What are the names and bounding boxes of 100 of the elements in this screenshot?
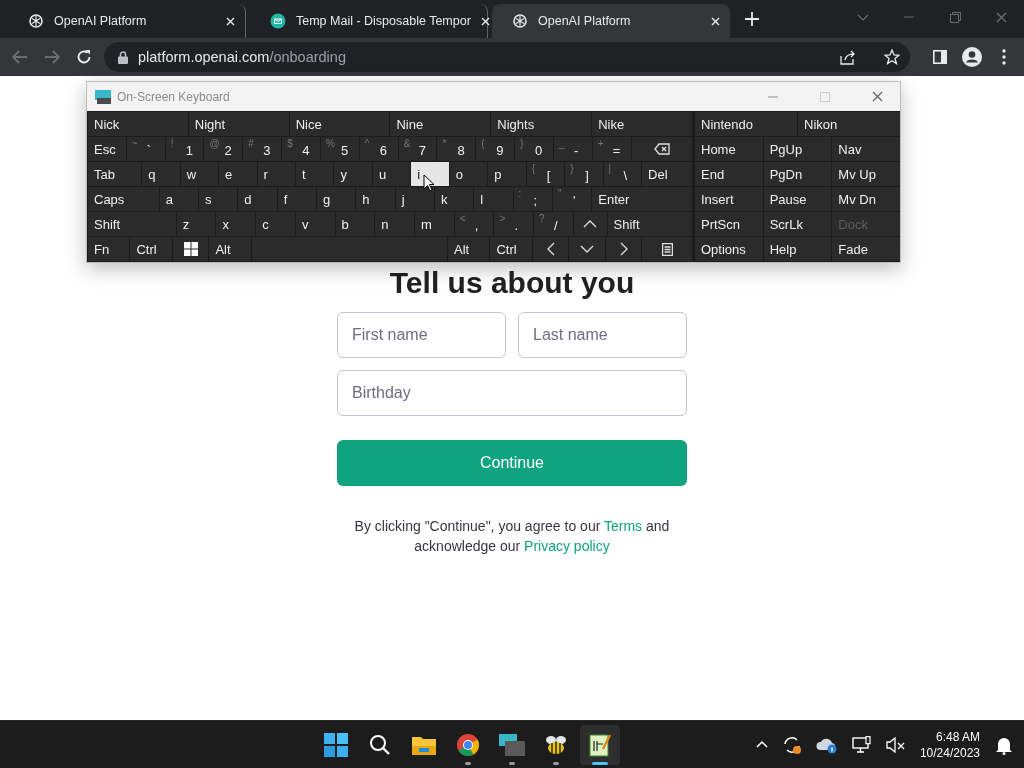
keyboard-key[interactable]: o [449, 162, 488, 186]
keyboard-key[interactable]: n [375, 212, 414, 236]
keyboard-key[interactable]: p [488, 162, 526, 186]
new-tab-icon[interactable] [745, 12, 759, 26]
keyboard-key[interactable]: j [395, 187, 434, 211]
keyboard-key[interactable]: ? / [534, 212, 573, 236]
keyboard-key[interactable]: _ - [553, 137, 592, 161]
keyboard-key[interactable]: * 8 [437, 137, 476, 161]
keyboard-key[interactable]: g [316, 187, 356, 211]
keyboard-key[interactable]: u [372, 162, 411, 186]
keyboard-key[interactable]: h [356, 187, 395, 211]
keyboard-key[interactable]: Alt [447, 237, 490, 261]
side-panel-icon[interactable] [933, 50, 947, 64]
word-suggestion[interactable]: Nick [88, 112, 188, 136]
keyboard-key[interactable] [631, 137, 693, 161]
profile-icon[interactable] [962, 47, 982, 67]
keyboard-key[interactable]: b [335, 212, 375, 236]
speaker-muted-icon[interactable] [885, 736, 906, 753]
taskbar-app[interactable] [579, 724, 620, 765]
keyboard-key[interactable]: y [334, 162, 372, 186]
birthday-field[interactable]: Birthday [337, 370, 687, 416]
keyboard-key[interactable] [172, 237, 209, 261]
chevron-up-icon[interactable] [755, 741, 768, 748]
word-suggestion[interactable]: Nights [491, 112, 592, 136]
keyboard-key[interactable]: Caps [88, 187, 159, 211]
keyboard-key[interactable]: r [257, 162, 295, 186]
keyboard-key[interactable]: < , [454, 212, 494, 236]
keyboard-key[interactable]: q [142, 162, 180, 186]
browser-tab[interactable]: OpenAI Platform [492, 4, 730, 38]
word-suggestion[interactable]: Nintendo [695, 112, 797, 136]
star-icon[interactable] [884, 49, 900, 65]
reload-icon[interactable] [76, 49, 92, 65]
keyboard-key[interactable]: z [176, 212, 216, 236]
keyboard-key[interactable]: PrtScn [695, 212, 763, 236]
keyboard-key[interactable]: d [238, 187, 277, 211]
keyboard-key[interactable]: ~ ` [126, 137, 165, 161]
keyboard-key[interactable]: s [199, 187, 238, 211]
restore-icon[interactable] [949, 11, 961, 23]
chevron-down-icon[interactable] [857, 13, 869, 21]
last-name-field[interactable]: Last name [518, 312, 687, 358]
keyboard-key[interactable]: Del [642, 162, 693, 186]
keyboard-key[interactable]: " ' [552, 187, 592, 211]
keyboard-key[interactable]: l [474, 187, 513, 211]
keyboard-key[interactable]: x [216, 212, 256, 236]
keyboard-key[interactable]: End [695, 162, 763, 186]
keyboard-key[interactable]: + = [592, 137, 631, 161]
first-name-field[interactable]: First name [337, 312, 506, 358]
more-menu-icon[interactable] [1002, 49, 1006, 65]
keyboard-key[interactable]: Esc [88, 137, 126, 161]
keyboard-key[interactable]: Alt [209, 237, 251, 261]
keyboard-key[interactable]: ! 1 [165, 137, 204, 161]
keyboard-key[interactable]: Help [763, 237, 832, 261]
keyboard-key[interactable]: m [415, 212, 454, 236]
keyboard-key[interactable]: Pause [763, 187, 832, 211]
keyboard-key[interactable]: f [277, 187, 316, 211]
keyboard-key[interactable]: Home [695, 137, 763, 161]
keyboard-key[interactable]: k [434, 187, 474, 211]
keyboard-key[interactable]: : ; [513, 187, 552, 211]
keyboard-key[interactable]: v [295, 212, 335, 236]
share-icon[interactable] [840, 49, 856, 65]
keyboard-key[interactable]: t [296, 162, 334, 186]
keyboard-key[interactable]: } ] [565, 162, 603, 186]
keyboard-key[interactable]: Ctrl [490, 237, 532, 261]
keyboard-key[interactable]: > . [494, 212, 534, 236]
keyboard-key[interactable]: PgDn [763, 162, 832, 186]
keyboard-key[interactable]: # 3 [243, 137, 282, 161]
keyboard-key[interactable]: i [411, 162, 449, 186]
keyboard-key[interactable]: Options [695, 237, 763, 261]
keyboard-key[interactable]: | \ [603, 162, 642, 186]
keyboard-key[interactable]: { [ [526, 162, 565, 186]
keyboard-key[interactable]: ) 0 [515, 137, 553, 161]
keyboard-key[interactable]: % 5 [320, 137, 359, 161]
keyboard-key[interactable]: ( 9 [476, 137, 515, 161]
keyboard-key[interactable]: c [256, 212, 295, 236]
word-suggestion[interactable]: Nine [390, 112, 491, 136]
keyboard-key[interactable]: Enter [592, 187, 692, 211]
keyboard-key[interactable]: Tab [88, 162, 142, 186]
keyboard-key[interactable]: & 7 [398, 137, 437, 161]
keyboard-key[interactable]: $ 4 [282, 137, 320, 161]
keyboard-key[interactable]: Fade [832, 237, 900, 261]
keyboard-key[interactable]: ^ 6 [359, 137, 398, 161]
keyboard-key[interactable]: a [159, 187, 198, 211]
keyboard-key[interactable]: ScrLk [763, 212, 832, 236]
sync-icon[interactable] [781, 734, 802, 755]
keyboard-key[interactable]: PgUp [763, 137, 832, 161]
keyboard-key[interactable]: Fn [88, 237, 130, 261]
word-suggestion[interactable]: Night [188, 112, 289, 136]
keyboard-key[interactable]: Shift [607, 212, 692, 236]
network-icon[interactable] [851, 735, 872, 754]
keyboard-key[interactable]: Ctrl [130, 237, 172, 261]
keyboard-key[interactable]: e [219, 162, 257, 186]
system-clock[interactable]: 6:48 AM 10/24/2023 [919, 728, 980, 761]
keyboard-key[interactable] [642, 237, 692, 261]
keyboard-key[interactable]: Shift [88, 212, 176, 236]
address-bar[interactable]: platform.openai.com/onboarding [104, 42, 910, 72]
keyboard-key[interactable]: Mv Dn [832, 187, 900, 211]
keyboard-key[interactable]: w [180, 162, 219, 186]
word-suggestion[interactable]: Nike [592, 112, 692, 136]
word-suggestion[interactable]: Nice [289, 112, 390, 136]
keyboard-key[interactable]: Nav [832, 137, 900, 161]
